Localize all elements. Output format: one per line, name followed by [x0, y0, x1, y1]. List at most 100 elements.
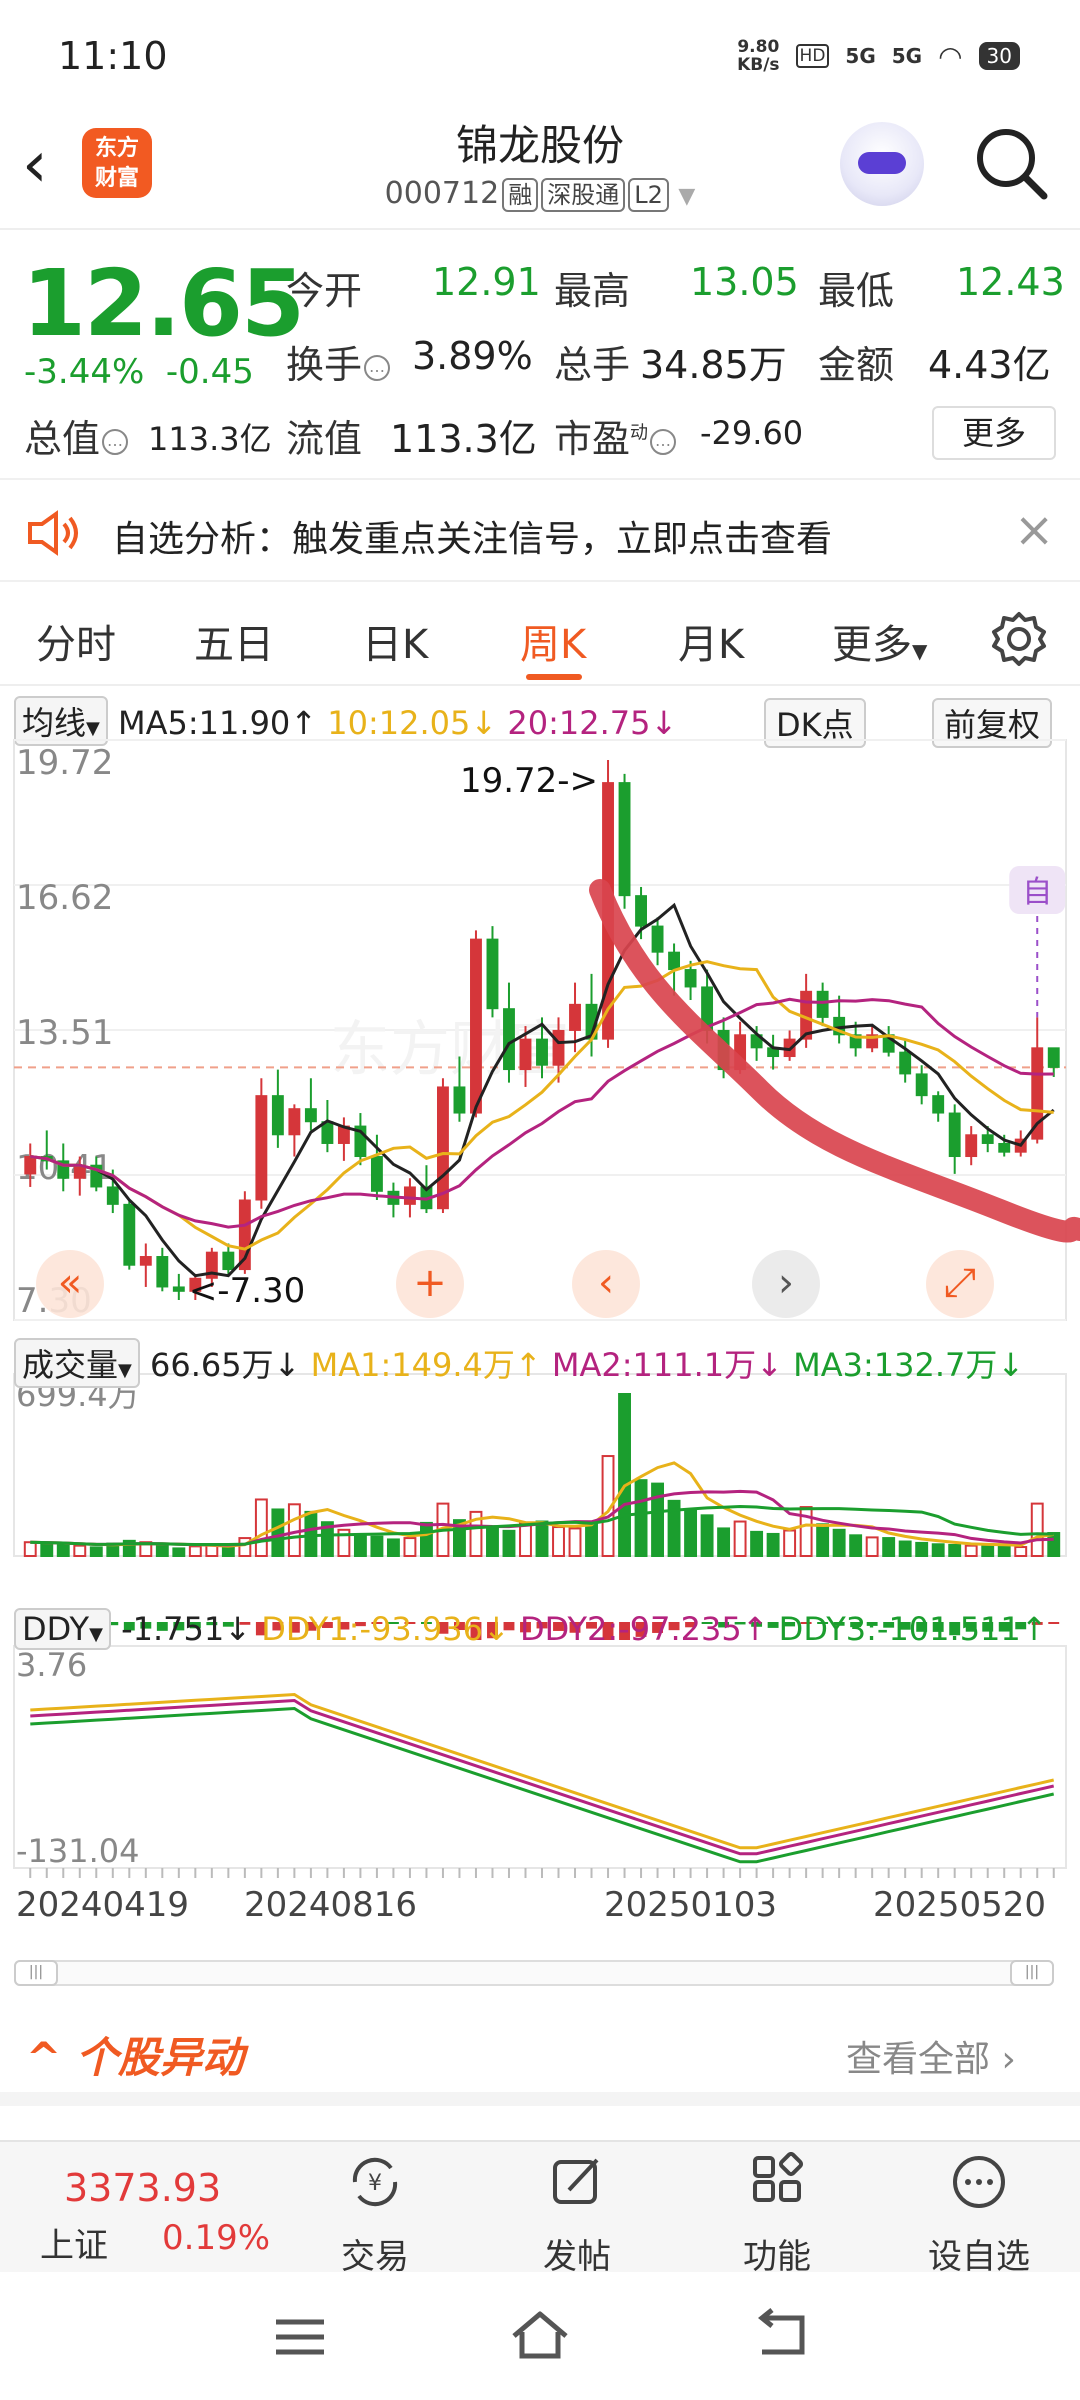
tab-monthly-k[interactable]: 月K [678, 612, 744, 670]
pe-label[interactable]: 市盈动… [554, 408, 677, 463]
ddy-panel-frame [13, 1645, 1067, 1869]
high-value: 13.05 [690, 260, 799, 304]
gear-icon[interactable] [990, 610, 1048, 668]
x-axis-label: 20240419 [16, 1885, 189, 1925]
volume-bar [783, 1529, 797, 1557]
tab-intraday[interactable]: 分时 [36, 612, 116, 670]
candle-body [271, 1095, 284, 1136]
x-axis-label: 20250103 [604, 1885, 777, 1925]
candle-body [470, 938, 482, 1114]
notice-banner[interactable]: 自选分析：触发重点关注信号，立即点击查看 × [0, 478, 1080, 582]
svg-text:⤢: ⤢ [944, 1260, 976, 1306]
fullscreen-button[interactable]: ⤢ [926, 1250, 994, 1318]
stock-code: 000712 [384, 176, 500, 211]
volume-bar [40, 1541, 54, 1557]
view-all-link[interactable]: 查看全部 › [846, 2030, 1016, 2082]
self-mark-label: 自 [1022, 875, 1052, 910]
ddy-value: -1.751↓ [121, 1610, 252, 1648]
candle-body [106, 1186, 119, 1205]
active-tab-underline [526, 674, 582, 680]
ddy-selector[interactable]: DDY▼ [14, 1608, 111, 1650]
volume-bar [56, 1542, 70, 1557]
step-right-button[interactable]: › [752, 1250, 820, 1318]
back-nav-icon[interactable] [750, 2308, 810, 2362]
stock-movers-section[interactable]: ^ 个股异动 查看全部 › [0, 2000, 1080, 2106]
menu-icon[interactable] [270, 2312, 330, 2362]
volume-bar [915, 1541, 929, 1557]
volume-bar [684, 1508, 698, 1557]
tab-weekly-k[interactable]: 周K [520, 612, 586, 670]
candle-body [123, 1203, 136, 1266]
volume-bar [155, 1544, 169, 1557]
scroll-handle-left[interactable]: ||| [14, 1960, 58, 1986]
volume-bar [618, 1393, 631, 1557]
pan-left-button[interactable]: « [36, 1250, 104, 1318]
volume-bar [882, 1537, 896, 1558]
more-quote-button[interactable]: 更多 [932, 406, 1056, 460]
system-nav-bar [0, 2272, 1080, 2400]
svg-text:+: + [413, 1260, 447, 1306]
nav-functions[interactable]: 功能 [712, 2151, 842, 2278]
volume-bar [849, 1534, 863, 1558]
index-quote[interactable]: 3373.93 上证 0.19% [0, 2142, 300, 2274]
grid-icon [753, 2151, 804, 2202]
candle-body [156, 1256, 169, 1288]
turnover-label[interactable]: 换手… [286, 334, 391, 389]
hand-drawn-trend-line [589, 879, 1080, 1243]
svg-text:›: › [778, 1260, 794, 1306]
assistant-robot-icon[interactable] [840, 122, 924, 206]
tab-daily-k[interactable]: 日K [362, 612, 428, 670]
ddy-axis-top: 3.76 [16, 1646, 87, 1684]
candle-body [635, 895, 647, 927]
candle-body [536, 1038, 548, 1066]
step-left-button[interactable]: ‹ [572, 1250, 640, 1318]
home-icon[interactable] [508, 2306, 572, 2366]
index-pct: 0.19% [162, 2218, 271, 2258]
svg-text:«: « [58, 1260, 82, 1306]
tab-more[interactable]: 更多▼ [832, 612, 927, 670]
volume-bar [750, 1530, 764, 1557]
close-icon[interactable]: × [1014, 502, 1054, 558]
volume-bar [733, 1520, 747, 1558]
open-label: 今开 [286, 269, 363, 313]
candle-body [668, 951, 681, 971]
volume-bar [304, 1510, 318, 1558]
volume-bar [254, 1498, 268, 1558]
volume-bar [898, 1540, 912, 1557]
ddy2-line [30, 1698, 1055, 1856]
chart-scrollbar[interactable]: ||| ||| [14, 1960, 1054, 1986]
nav-post[interactable]: 发帖 [512, 2152, 642, 2278]
candle-body [139, 1256, 152, 1266]
mcap-label[interactable]: 总值… [24, 408, 129, 463]
kline-chart-area[interactable]: 均线▼ MA5:11.90↑ 10:12.05↓ 20:12.75↓ DK点 前… [0, 690, 1080, 1985]
scroll-handle-right[interactable]: ||| [1010, 1960, 1054, 1986]
battery-icon: 30 [978, 42, 1020, 70]
nav-add-watchlist[interactable]: 设自选 [914, 2152, 1044, 2278]
volume-bar [766, 1532, 780, 1558]
candle-body [370, 1156, 383, 1192]
volume-bar [816, 1523, 830, 1558]
volume-bar [552, 1526, 565, 1558]
svg-text:‹: ‹ [598, 1260, 614, 1306]
volume-bar [403, 1537, 417, 1558]
candle-body [403, 1186, 416, 1205]
tab-five-day[interactable]: 五日 [194, 612, 274, 670]
search-button[interactable] [972, 124, 1052, 204]
float-label: 流值 [286, 417, 363, 461]
volume-bar [519, 1521, 532, 1558]
ddy-axis-bottom: -131.04 [16, 1832, 140, 1870]
vol-ma3-label: MA3:132.7万↓ [793, 1346, 1025, 1384]
volume-bar [23, 1541, 37, 1558]
candle-body [172, 1286, 185, 1292]
candle-body [24, 1156, 37, 1175]
ddy1-line [30, 1692, 1055, 1850]
volume-selector[interactable]: 成交量▼ [14, 1338, 140, 1388]
nav-trade[interactable]: ¥ 交易 [310, 2152, 440, 2278]
low-value: 12.43 [956, 260, 1065, 304]
zoom-in-button[interactable]: + [396, 1250, 464, 1318]
info-icon: … [650, 428, 677, 455]
candle-body [519, 1038, 532, 1071]
bottom-nav: 3373.93 上证 0.19% ¥ 交易 发帖 功能 设自选 [0, 2140, 1080, 2277]
volume-bar [585, 1523, 598, 1558]
volume-bar [981, 1543, 995, 1557]
